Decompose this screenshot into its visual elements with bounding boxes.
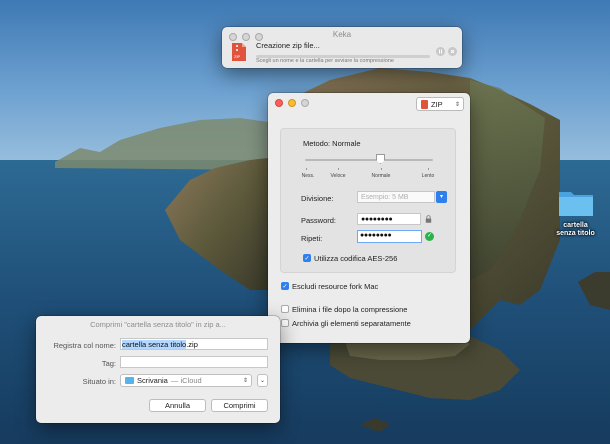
division-input[interactable]: Esempio: 5 MB: [357, 191, 435, 203]
aes-label: Utilizza codifica AES-256: [314, 254, 398, 263]
compress-button[interactable]: Comprimi: [211, 399, 268, 412]
repeat-password-label: Ripeti:: [301, 234, 323, 243]
svg-text:ZIP: ZIP: [234, 54, 241, 59]
slider-tick: [428, 168, 429, 170]
progress-bar: [256, 51, 462, 58]
desktop-folder-item[interactable]: cartella senza titolo: [553, 188, 598, 238]
save-as-label: Registra col nome:: [53, 341, 116, 350]
close-button[interactable]: [275, 99, 283, 107]
tag-label: Tag:: [101, 359, 116, 368]
checkmark-ok-icon: ✓: [425, 232, 434, 241]
exclude-fork-label: Escludi resource fork Mac: [292, 282, 379, 291]
chevron-down-icon: ⌄: [259, 378, 266, 384]
method-label: Metodo: Normale: [303, 139, 361, 148]
chevron-updown-icon: ⇕: [454, 101, 460, 108]
desktop-folder-name: cartella senza titolo: [556, 222, 595, 237]
level-none-label: Ness.: [301, 173, 315, 179]
archive-separately-label: Archivia gli elementi separatamente: [292, 319, 411, 328]
keka-main-window: ZIP ⇕ Metodo: Normale Ness. Veloce Norma…: [268, 93, 470, 343]
lock-icon[interactable]: [425, 215, 432, 223]
expand-dialog-button[interactable]: ⌄: [257, 374, 268, 387]
pause-icon[interactable]: [436, 47, 445, 56]
progress-hint: Scegli un nome e la cartella per avviare…: [256, 58, 394, 64]
slider-tick: [381, 168, 382, 170]
minimize-button[interactable]: [288, 99, 296, 107]
format-value: ZIP: [431, 99, 443, 109]
location-cloud: — iCloud: [170, 375, 202, 385]
file-name-extension: .zip: [186, 340, 198, 349]
folder-icon: [125, 377, 134, 384]
stop-icon[interactable]: [448, 47, 457, 56]
compression-slider-thumb[interactable]: [376, 154, 385, 164]
zoom-button[interactable]: [301, 99, 309, 107]
slider-tick: [306, 168, 307, 170]
window-controls: [275, 99, 309, 107]
exclude-fork-checkbox[interactable]: ✓: [281, 282, 289, 290]
level-slow-label: Lento: [421, 173, 435, 179]
compression-options-panel: Metodo: Normale Ness. Veloce Normale Len…: [280, 128, 456, 273]
zip-file-icon: ZIP: [232, 43, 246, 61]
division-label: Divisione:: [301, 194, 334, 203]
cancel-button[interactable]: Annulla: [149, 399, 206, 412]
progress-status: Creazione zip file...: [256, 41, 320, 50]
folder-icon: [558, 192, 593, 216]
compression-slider-track[interactable]: [305, 159, 433, 161]
tag-input[interactable]: [120, 356, 268, 368]
level-normal-label: Normale: [371, 173, 391, 179]
window-title: Keka: [332, 30, 352, 39]
dialog-title: Comprimi "cartella senza titolo" in zip …: [90, 320, 226, 329]
level-fast-label: Veloce: [330, 173, 346, 179]
aes-checkbox[interactable]: ✓: [303, 254, 311, 262]
chevron-updown-icon: ⇕: [242, 377, 248, 384]
delete-after-label: Elimina i file dopo la compressione: [292, 305, 408, 314]
file-name-selected: cartella senza titolo: [122, 340, 187, 349]
delete-after-checkbox[interactable]: [281, 305, 289, 313]
save-dialog: Comprimi "cartella senza titolo" in zip …: [36, 316, 280, 423]
zip-format-icon: [421, 99, 428, 109]
repeat-password-field[interactable]: ●●●●●●●●: [357, 230, 422, 243]
location-folder: Scrivania: [137, 375, 168, 385]
chevron-down-icon: ▾: [439, 194, 443, 200]
where-label: Situato in:: [82, 377, 116, 386]
file-name-input[interactable]: cartella senza titolo.zip: [120, 338, 268, 350]
format-select[interactable]: ZIP ⇕: [416, 97, 464, 111]
slider-tick: [338, 168, 339, 170]
progress-window: Keka ZIP Creazione zip file... Scegli un…: [222, 27, 462, 68]
location-select[interactable]: Scrivania — iCloud ⇕: [120, 374, 252, 387]
archive-separately-checkbox[interactable]: [281, 319, 289, 327]
password-label: Password:: [301, 216, 337, 225]
password-field[interactable]: ●●●●●●●●: [357, 213, 421, 225]
division-dropdown-button[interactable]: ▾: [436, 191, 447, 203]
